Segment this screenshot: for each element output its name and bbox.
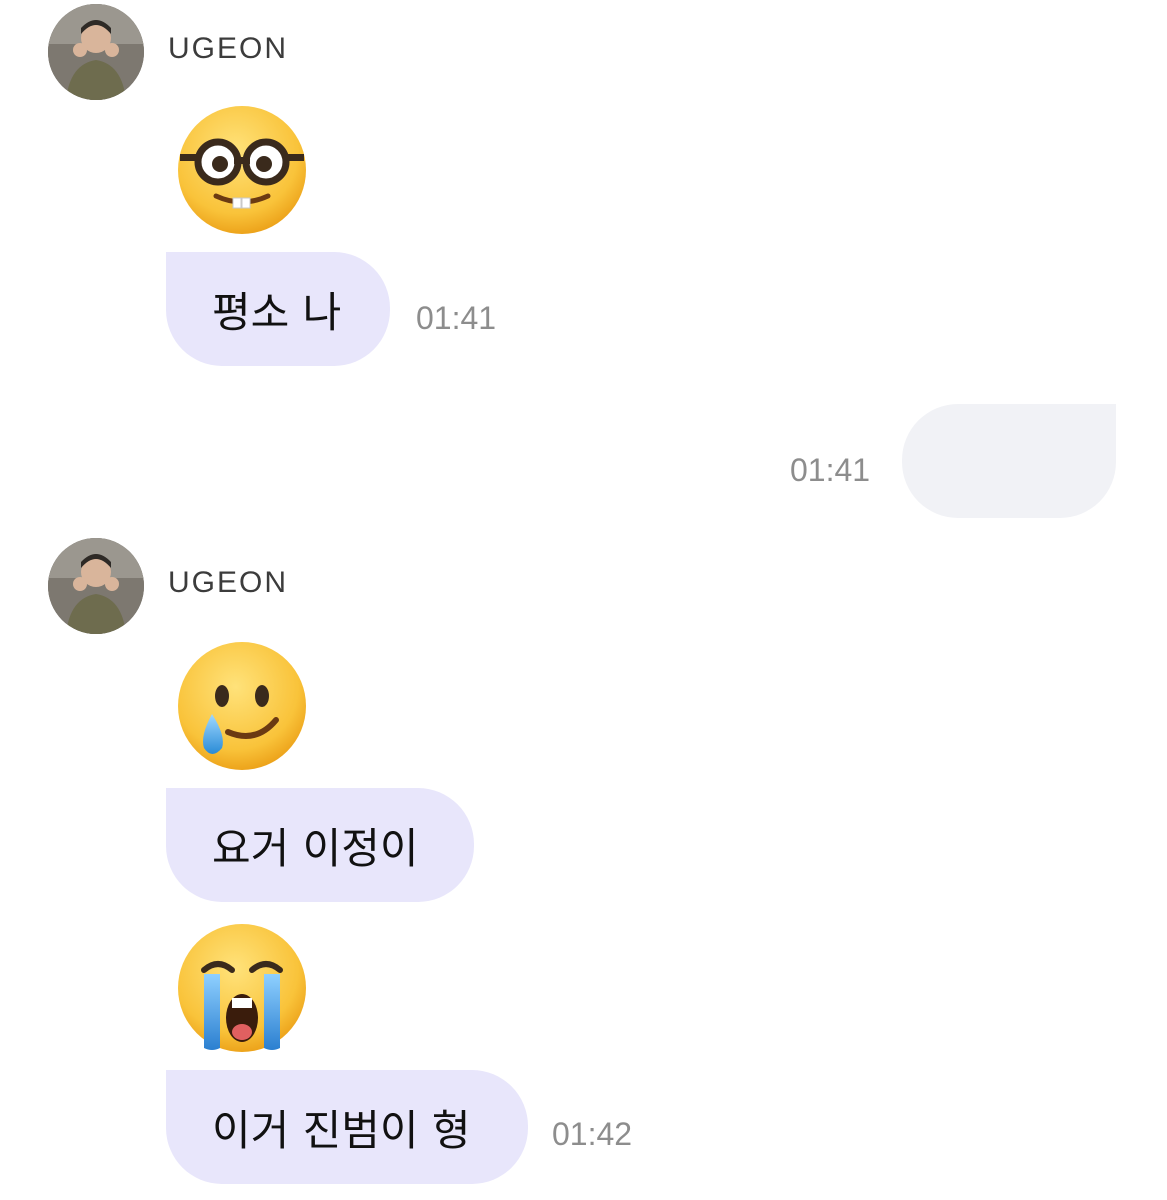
message-bubble[interactable]: 평소 나	[166, 252, 390, 366]
smiling-face-with-tear-icon	[176, 640, 308, 772]
nerd-face-icon	[176, 104, 308, 236]
avatar[interactable]	[48, 4, 144, 100]
message-bubble[interactable]: 요거 이정이	[166, 788, 474, 902]
message-timestamp: 01:41	[416, 300, 497, 336]
sender-name: UGEON	[168, 566, 289, 599]
message-timestamp: 01:41	[790, 452, 871, 488]
outgoing-message-bubble[interactable]	[902, 404, 1116, 518]
sender-name: UGEON	[168, 32, 289, 65]
message-bubble[interactable]: 이거 진범이 형	[166, 1070, 528, 1184]
message-timestamp: 01:42	[552, 1116, 633, 1152]
avatar[interactable]	[48, 538, 144, 634]
loudly-crying-face-icon	[176, 922, 308, 1054]
